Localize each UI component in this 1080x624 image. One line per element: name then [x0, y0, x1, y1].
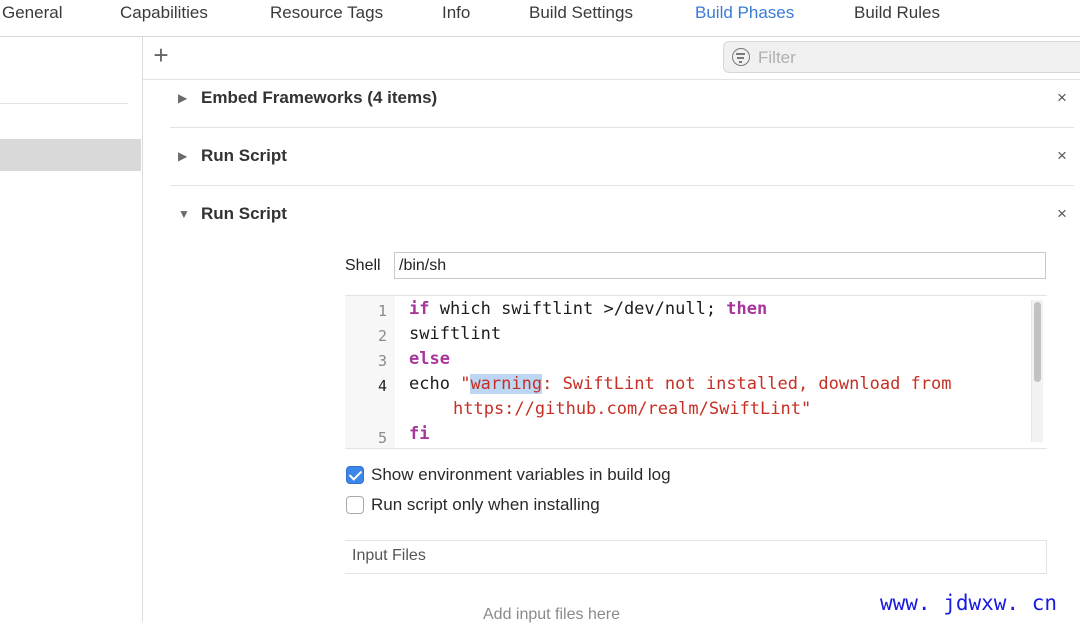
code-keyword: else: [409, 349, 450, 369]
line-number: 5: [377, 429, 387, 447]
disclosure-triangle-icon[interactable]: ▶: [178, 149, 187, 163]
sidebar-divider: [0, 103, 128, 104]
code-keyword: if: [409, 299, 430, 319]
phase-title[interactable]: Run Script: [201, 146, 287, 166]
install-only-checkbox[interactable]: [346, 496, 364, 514]
line-number: 4: [377, 377, 387, 395]
tab-info[interactable]: Info: [442, 3, 470, 23]
shell-field[interactable]: [394, 252, 1046, 279]
toolbar-divider: [143, 79, 1080, 80]
install-only-label: Run script only when installing: [371, 495, 600, 514]
tab-build-rules[interactable]: Build Rules: [854, 3, 940, 23]
show-env-vars-label: Show environment variables in build log: [371, 465, 671, 484]
phase-run-script-1: ▶ Run Script ×: [170, 146, 1080, 204]
phase-title[interactable]: Embed Frameworks (4 items): [201, 88, 437, 108]
code-line-3[interactable]: else: [409, 349, 450, 369]
script-editor[interactable]: 1 if which swiftlint >/dev/null; then 2 …: [345, 295, 1047, 449]
line-number: 1: [377, 302, 387, 320]
code-selection: warning: [470, 374, 543, 394]
tab-general[interactable]: General: [2, 3, 62, 23]
tab-build-phases[interactable]: Build Phases: [695, 3, 794, 23]
code-line-4[interactable]: echo "warning: SwiftLint not installed, …: [409, 374, 952, 394]
tab-resource-tags[interactable]: Resource Tags: [270, 3, 383, 23]
code-text: which swiftlint >/dev/null;: [429, 299, 727, 319]
phase-divider: [170, 127, 1074, 128]
code-line-4-wrap[interactable]: https://github.com/realm/SwiftLint": [453, 399, 811, 419]
input-files-header: Input Files: [345, 540, 1047, 574]
code-string: : SwiftLint not installed, download from: [542, 374, 952, 394]
targets-sidebar: [0, 37, 143, 622]
disclosure-triangle-icon[interactable]: ▶: [178, 91, 187, 105]
filter-icon: [732, 48, 750, 66]
filter-input[interactable]: [756, 46, 1060, 70]
phase-title[interactable]: Run Script: [201, 204, 287, 224]
add-input-files-placeholder[interactable]: Add input files here: [483, 606, 620, 624]
close-icon[interactable]: ×: [1057, 88, 1067, 108]
phase-divider: [170, 185, 1074, 186]
code-keyword: then: [726, 299, 768, 319]
tab-bar: General Capabilities Resource Tags Info …: [0, 0, 1080, 37]
editor-scrollbar[interactable]: [1031, 300, 1043, 442]
watermark: www. jdwxw. cn: [880, 591, 1058, 615]
code-line-2[interactable]: swiftlint: [409, 324, 501, 344]
show-env-vars-checkbox[interactable]: [346, 466, 364, 484]
input-files-label: Input Files: [352, 547, 426, 564]
tab-capabilities[interactable]: Capabilities: [120, 3, 208, 23]
add-phase-button[interactable]: +: [150, 42, 172, 68]
scrollbar-thumb[interactable]: [1034, 302, 1041, 382]
sidebar-selected-item[interactable]: [0, 139, 141, 171]
phase-embed-frameworks: ▶ Embed Frameworks (4 items) ×: [170, 88, 1080, 146]
code-string: ": [460, 374, 471, 394]
line-number: 2: [377, 327, 387, 345]
close-icon[interactable]: ×: [1057, 146, 1067, 166]
code-text: echo: [409, 374, 461, 394]
code-line-5[interactable]: fi: [409, 424, 429, 444]
code-keyword: fi: [409, 424, 430, 444]
line-number: 3: [377, 352, 387, 370]
code-line-1[interactable]: if which swiftlint >/dev/null; then: [409, 299, 767, 319]
disclosure-triangle-icon[interactable]: ▼: [178, 207, 190, 221]
close-icon[interactable]: ×: [1057, 204, 1067, 224]
filter-field[interactable]: [723, 41, 1080, 73]
shell-label: Shell: [345, 257, 381, 274]
tab-build-settings[interactable]: Build Settings: [529, 3, 633, 23]
